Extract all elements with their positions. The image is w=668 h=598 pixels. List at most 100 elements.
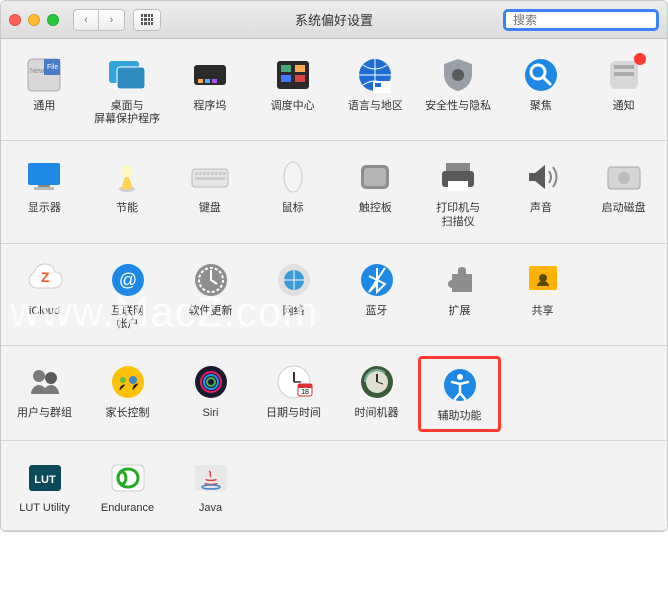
pref-keyboard[interactable]: 键盘 <box>169 151 252 234</box>
back-button[interactable]: ‹ <box>73 9 99 31</box>
pref-general[interactable]: FileNew 通用 <box>3 49 86 132</box>
internet-icon: @ <box>108 260 148 300</box>
pref-label: Java <box>199 502 222 515</box>
pref-label: Endurance <box>101 502 154 515</box>
displays-icon <box>24 157 64 197</box>
energy-icon <box>107 157 147 197</box>
pref-label: 鼠标 <box>282 202 304 215</box>
pref-accessibility[interactable]: 辅助功能 <box>418 356 501 432</box>
pref-spotlight[interactable]: 聚焦 <box>500 49 583 132</box>
java-icon <box>191 457 231 497</box>
system-preferences-window: ‹ › 系统偏好设置 FileNew 通用 桌面与 屏幕保护程序 程序坞 调度中心 语言与… <box>0 0 668 532</box>
svg-text:New: New <box>30 68 45 75</box>
icloud-icon: Z <box>25 260 65 300</box>
network-icon <box>274 260 314 300</box>
svg-text:@: @ <box>118 270 136 290</box>
pref-label: iCloud <box>29 305 60 318</box>
forward-button[interactable]: › <box>99 9 125 31</box>
keyboard-icon <box>190 157 230 197</box>
pref-sound[interactable]: 声音 <box>500 151 583 234</box>
dock-icon <box>190 55 230 95</box>
general-icon: FileNew <box>24 55 64 95</box>
pref-label: 节能 <box>116 202 138 215</box>
svg-text:18: 18 <box>301 389 309 396</box>
pref-sharing[interactable]: 共享 <box>501 254 584 337</box>
pref-label: 聚焦 <box>530 100 552 113</box>
pref-label: LUT Utility <box>19 502 70 515</box>
pref-label: 通用 <box>33 100 55 113</box>
desktop-icon <box>107 55 147 95</box>
pref-network[interactable]: 网络 <box>252 254 335 337</box>
pref-section: 显示器节能 键盘 鼠标 触控板打印机与 扫描仪声音启动磁盘 <box>1 141 667 243</box>
mouse-icon <box>273 157 313 197</box>
sound-icon <box>521 157 561 197</box>
pref-displays[interactable]: 显示器 <box>3 151 86 234</box>
pref-security[interactable]: 安全性与隐私 <box>417 49 500 132</box>
pref-endurance[interactable]: Endurance <box>86 451 169 521</box>
pref-printers[interactable]: 打印机与 扫描仪 <box>417 151 500 234</box>
pref-mission[interactable]: 调度中心 <box>251 49 334 132</box>
traffic-lights <box>9 14 59 26</box>
search-field[interactable] <box>503 9 659 31</box>
pref-java[interactable]: Java <box>169 451 252 521</box>
update-icon <box>191 260 231 300</box>
show-all-button[interactable] <box>133 9 161 31</box>
pref-internet[interactable]: @ 互联网 帐户 <box>86 254 169 337</box>
notifications-icon <box>604 55 644 95</box>
pref-trackpad[interactable]: 触控板 <box>334 151 417 234</box>
pref-update[interactable]: 软件更新 <box>169 254 252 337</box>
titlebar: ‹ › 系统偏好设置 <box>1 1 667 39</box>
pref-label: 调度中心 <box>271 100 315 113</box>
printers-icon <box>438 157 478 197</box>
window-title: 系统偏好设置 <box>295 10 373 29</box>
pref-parental[interactable]: 家长控制 <box>86 356 169 432</box>
pref-label: 辅助功能 <box>438 410 482 423</box>
pref-section: ZiCloud @ 互联网 帐户软件更新网络 蓝牙扩展 共享 <box>1 244 667 346</box>
bluetooth-icon <box>357 260 397 300</box>
users-icon <box>25 362 65 402</box>
extensions-icon <box>440 260 480 300</box>
pref-label: 共享 <box>532 305 554 318</box>
mission-icon <box>273 55 313 95</box>
pref-label: 语言与地区 <box>348 100 403 113</box>
language-icon <box>355 55 395 95</box>
close-icon[interactable] <box>9 14 21 26</box>
pref-label: 网络 <box>283 305 305 318</box>
pref-notifications[interactable]: 通知 <box>582 49 665 132</box>
pref-mouse[interactable]: 鼠标 <box>251 151 334 234</box>
spotlight-icon <box>521 55 561 95</box>
badge-icon <box>634 53 646 65</box>
pref-siri[interactable]: Siri <box>169 356 252 432</box>
pref-label: 打印机与 扫描仪 <box>436 202 480 228</box>
search-input[interactable] <box>513 13 668 27</box>
pref-label: 扩展 <box>449 305 471 318</box>
pref-dock[interactable]: 程序坞 <box>169 49 252 132</box>
pref-users[interactable]: 用户与群组 <box>3 356 86 432</box>
pref-startup[interactable]: 启动磁盘 <box>582 151 665 234</box>
nav-buttons: ‹ › <box>73 9 125 31</box>
pref-label: 程序坞 <box>193 100 226 113</box>
pref-icloud[interactable]: ZiCloud <box>3 254 86 337</box>
pref-label: Siri <box>203 407 219 420</box>
accessibility-icon <box>440 365 480 405</box>
svg-text:File: File <box>47 64 58 71</box>
pref-energy[interactable]: 节能 <box>86 151 169 234</box>
pref-bluetooth[interactable]: 蓝牙 <box>335 254 418 337</box>
pref-label: 桌面与 屏幕保护程序 <box>94 100 160 126</box>
zoom-icon[interactable] <box>47 14 59 26</box>
pref-datetime[interactable]: 18日期与时间 <box>252 356 335 432</box>
endurance-icon <box>108 457 148 497</box>
pref-label: 时间机器 <box>355 407 399 420</box>
sharing-icon <box>523 260 563 300</box>
pref-lut[interactable]: LUTLUT Utility <box>3 451 86 521</box>
grid-icon <box>141 14 153 26</box>
pref-section: LUTLUT Utility Endurance Java <box>1 441 667 530</box>
pref-section: FileNew 通用 桌面与 屏幕保护程序 程序坞 调度中心 语言与地区 安全性与隐私聚焦 通… <box>1 39 667 141</box>
pref-label: 键盘 <box>199 202 221 215</box>
pref-language[interactable]: 语言与地区 <box>334 49 417 132</box>
minimize-icon[interactable] <box>28 14 40 26</box>
pref-desktop[interactable]: 桌面与 屏幕保护程序 <box>86 49 169 132</box>
pref-extensions[interactable]: 扩展 <box>418 254 501 337</box>
pref-label: 互联网 帐户 <box>111 305 144 331</box>
pref-timemachine[interactable]: 时间机器 <box>335 356 418 432</box>
